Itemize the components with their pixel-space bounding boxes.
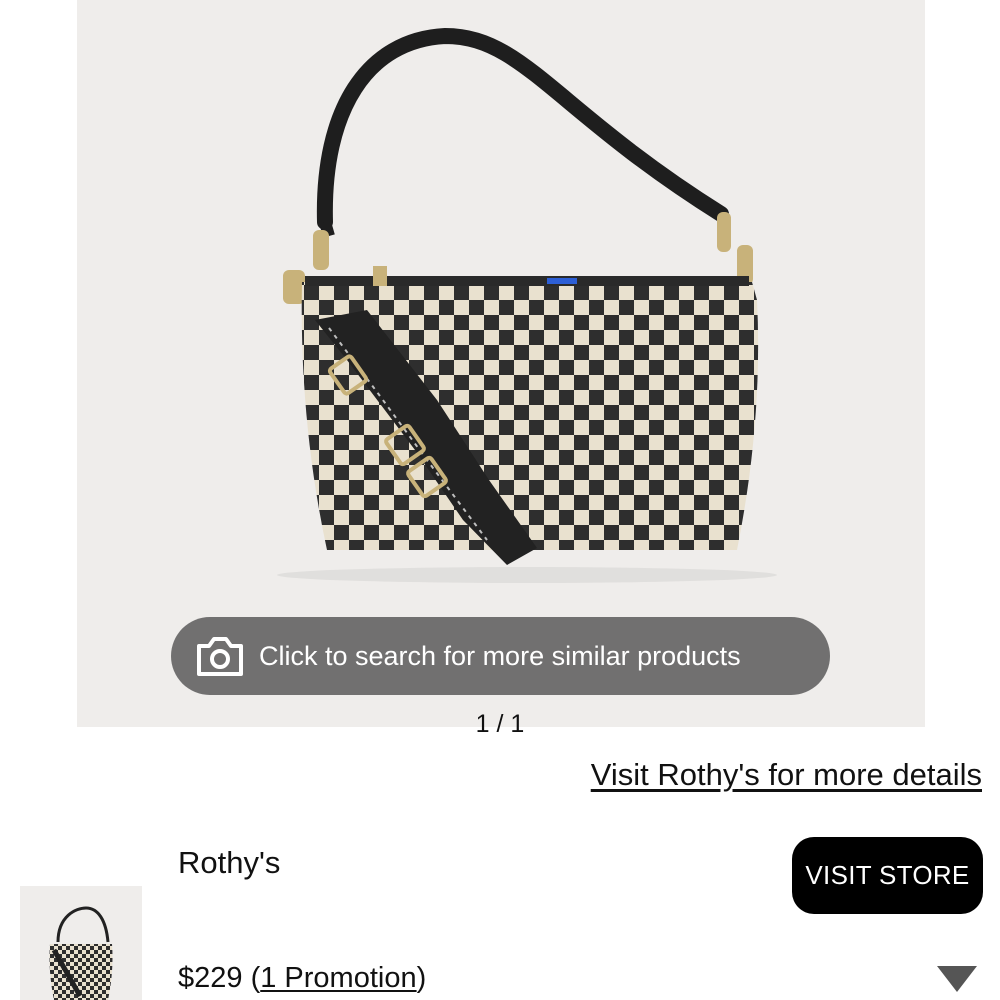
- product-thumbnail[interactable]: [20, 886, 142, 1000]
- price: $229: [178, 962, 243, 994]
- triangle-down-icon[interactable]: [937, 966, 977, 992]
- price-row: $229 (1 Promotion): [178, 962, 426, 995]
- thumbnail-image: [49, 906, 113, 1000]
- promotion-close-paren: ): [416, 962, 427, 994]
- promotion-link[interactable]: 1 Promotion: [260, 962, 416, 994]
- image-counter: 1 / 1: [475, 710, 525, 738]
- search-similar-button[interactable]: Click to search for more similar product…: [171, 617, 830, 695]
- search-similar-label: Click to search for more similar product…: [259, 640, 741, 671]
- visit-store-button[interactable]: VISIT STORE: [792, 837, 983, 914]
- visit-brand-details-link[interactable]: Visit Rothy's for more details: [591, 757, 982, 793]
- brand-name: Rothy's: [178, 845, 281, 880]
- promotion-open-paren: (: [242, 962, 261, 994]
- camera-icon: [195, 634, 245, 678]
- product-image-viewer[interactable]: Click to search for more similar product…: [77, 0, 925, 727]
